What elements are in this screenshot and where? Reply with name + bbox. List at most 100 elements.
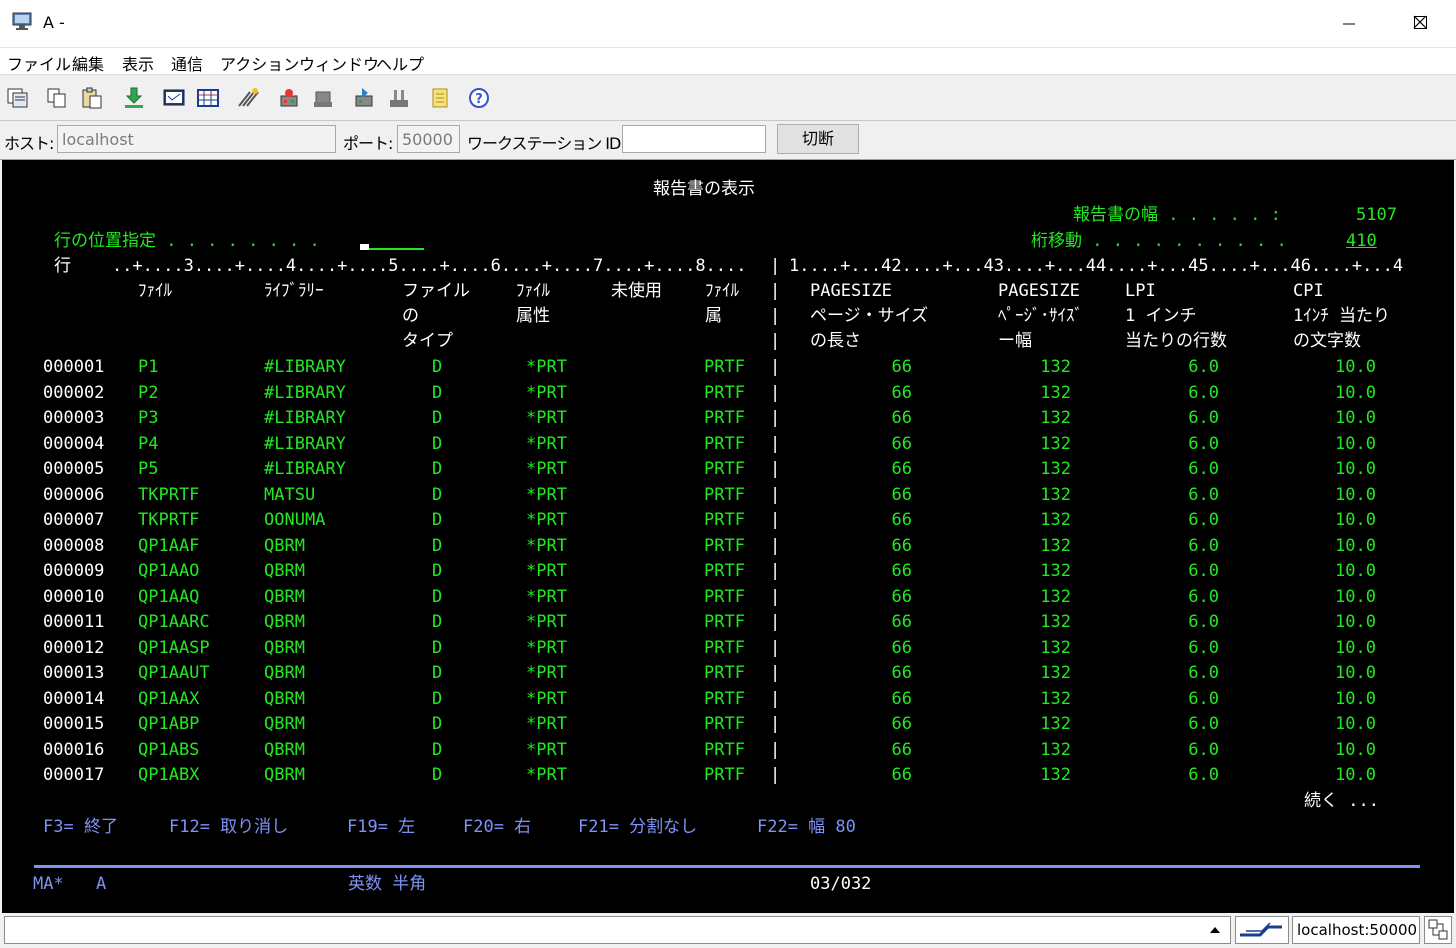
cell-attr: *PRT [526, 459, 567, 479]
fkey-f22[interactable]: F22= 幅 80 [757, 817, 856, 837]
cell-len: 66 [891, 484, 912, 505]
cell-num: 000001 [43, 357, 105, 377]
cell-file: QP1ABX [138, 765, 200, 785]
cell-type: D [432, 433, 443, 454]
cell-file: P3 [138, 408, 159, 428]
column-header: ファイル [402, 281, 470, 301]
menu-file[interactable]: ファイル [7, 51, 71, 75]
cell-lib: QBRM [264, 637, 305, 658]
column-header: PAGESIZE [998, 281, 1080, 301]
fkey-f19[interactable]: F19= 左 [347, 817, 415, 837]
cell-lpi: 6.0 [1188, 433, 1219, 454]
cell-type: D [432, 586, 443, 607]
notes-icon[interactable] [428, 86, 452, 110]
cell-attr: *PRT [526, 535, 567, 556]
column-header: ー幅 [998, 331, 1032, 351]
terminal-screen[interactable]: 報告書の表示 報告書の幅 . . . . . : 5107 行の位置指定 . .… [2, 160, 1454, 913]
position-input[interactable] [360, 248, 424, 250]
cell-lib: QBRM [264, 739, 305, 760]
split-bar: | [770, 535, 781, 556]
cell-width: 132 [1040, 714, 1071, 734]
cell-lib: #LIBRARY [264, 382, 346, 403]
screen-icon[interactable] [162, 86, 186, 110]
workstation-id-input[interactable] [622, 125, 766, 153]
oia-divider [34, 865, 1420, 868]
cell-ftype: PRTF [704, 714, 745, 734]
cell-attr: *PRT [526, 484, 567, 505]
shift-input[interactable]: 410 [1346, 231, 1377, 251]
fkey-f21[interactable]: F21= 分割なし [578, 817, 697, 837]
grid-icon[interactable] [196, 86, 220, 110]
split-bar: | [770, 281, 781, 301]
fkey-f3[interactable]: F3= 終了 [43, 817, 118, 837]
cell-num: 000004 [43, 433, 105, 454]
cell-cpi: 10.0 [1335, 612, 1376, 632]
play-macro-icon[interactable] [352, 86, 376, 110]
cell-ftype: PRTF [704, 459, 745, 479]
cell-type: D [432, 510, 443, 530]
fkey-f20[interactable]: F20= 右 [463, 817, 531, 837]
menu-help[interactable]: ヘルプ [376, 51, 424, 75]
cell-attr: *PRT [526, 637, 567, 658]
column-header: ﾌｧｲﾙ [516, 281, 550, 301]
cell-cpi: 10.0 [1335, 714, 1376, 734]
cell-attr: *PRT [526, 510, 567, 530]
cell-num: 000003 [43, 408, 105, 428]
column-header: の [402, 306, 419, 326]
cell-width: 132 [1040, 459, 1071, 479]
fkey-f12[interactable]: F12= 取り消し [169, 817, 288, 837]
network-icon [1428, 919, 1448, 940]
printer-icon[interactable] [387, 86, 411, 110]
cell-lib: QBRM [264, 561, 305, 581]
menu-comm[interactable]: 通信 [171, 51, 203, 75]
macro-icon[interactable] [236, 86, 260, 110]
cell-width: 132 [1040, 637, 1071, 658]
host-input[interactable]: localhost [57, 125, 336, 153]
cell-lib: MATSU [264, 484, 316, 505]
report-width-value: 5107 [1356, 205, 1397, 225]
stop-icon[interactable] [311, 86, 335, 110]
menu-window[interactable]: ウィンドウ [299, 51, 379, 75]
split-bar: | [770, 382, 781, 403]
cell-attr: *PRT [526, 408, 567, 428]
split-bar: | [770, 739, 781, 760]
cell-file: QP1ABS [138, 739, 200, 760]
cell-type: D [432, 637, 443, 658]
download-icon[interactable] [122, 86, 146, 110]
help-icon[interactable]: ? [467, 86, 491, 110]
record-macro-icon[interactable] [277, 86, 301, 110]
close-button[interactable] [1386, 0, 1456, 47]
copy-screen-icon[interactable] [6, 86, 30, 110]
port-input[interactable]: 50000 [397, 125, 460, 153]
cell-len: 66 [891, 688, 912, 709]
cell-cpi: 10.0 [1335, 382, 1376, 403]
cell-attr: *PRT [526, 714, 567, 734]
cell-num: 000006 [43, 484, 105, 505]
cell-len: 66 [891, 714, 912, 734]
cell-lpi: 6.0 [1188, 535, 1219, 556]
copy-icon[interactable] [45, 86, 69, 110]
disconnect-button[interactable]: 切断 [777, 124, 859, 154]
cell-num: 000013 [43, 663, 105, 683]
cell-len: 66 [891, 357, 912, 377]
column-header: 未使用 [611, 281, 662, 301]
cell-lib: #LIBRARY [264, 408, 346, 428]
close-icon [1413, 15, 1427, 29]
cell-lib: #LIBRARY [264, 433, 346, 454]
menu-view[interactable]: 表示 [122, 51, 154, 75]
split-bar: | [770, 510, 781, 530]
cell-len: 66 [891, 382, 912, 403]
cell-cpi: 10.0 [1335, 357, 1376, 377]
cell-attr: *PRT [526, 382, 567, 403]
paste-icon[interactable] [80, 86, 104, 110]
cell-lpi: 6.0 [1188, 382, 1219, 403]
cell-num: 000012 [43, 637, 105, 658]
cell-attr: *PRT [526, 433, 567, 454]
ruler-left: 行 ..+....3....+....4....+....5....+....6… [54, 256, 747, 276]
cell-ftype: PRTF [704, 382, 745, 403]
menu-edit[interactable]: 編集 [72, 51, 104, 75]
menu-action[interactable]: アクション [220, 51, 299, 75]
cell-attr: *PRT [526, 612, 567, 632]
cell-len: 66 [891, 459, 912, 479]
cell-type: D [432, 765, 443, 785]
